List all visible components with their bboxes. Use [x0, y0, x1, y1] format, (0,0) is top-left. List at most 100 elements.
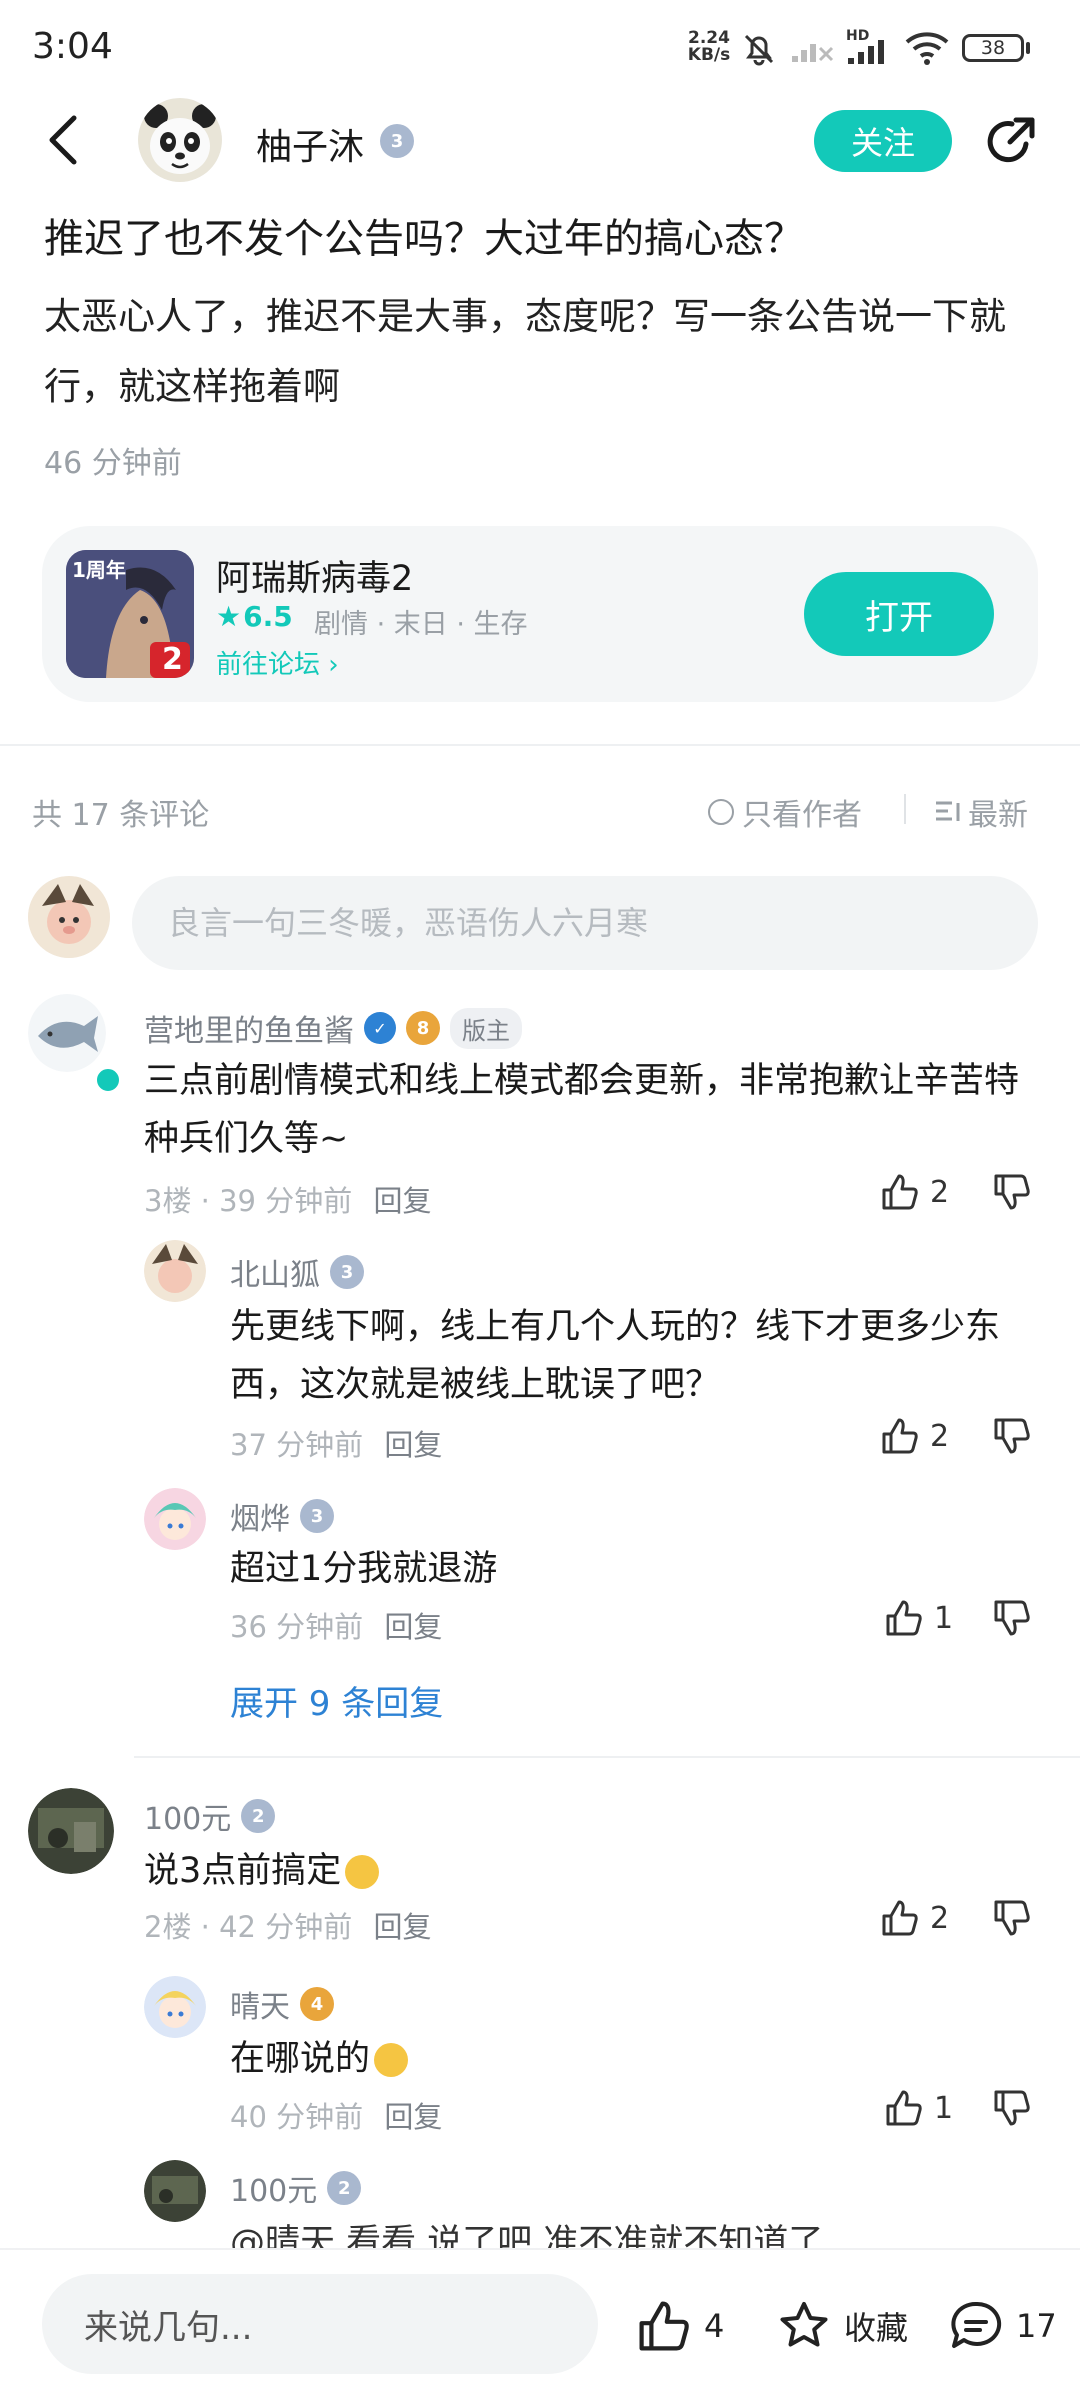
reply-button[interactable]: 回复: [384, 2100, 442, 2134]
sort-toggle[interactable]: 最新: [934, 790, 1028, 834]
author-avatar[interactable]: [138, 98, 222, 182]
reply-text: 在哪说的: [230, 2030, 1030, 2088]
post-time: 46 分钟前: [44, 446, 182, 481]
reply-user-name[interactable]: 晴天: [230, 1982, 290, 2026]
game-score: ★ 6.5: [216, 600, 293, 633]
wifi-icon: [904, 30, 950, 66]
reply-header: 烟烨 3: [230, 1494, 334, 1538]
comment-header: 100元 2: [144, 1794, 276, 1838]
verified-badge: [94, 1066, 122, 1094]
reply-button[interactable]: 回复: [373, 1910, 431, 1944]
comment-separator: [134, 1756, 1080, 1758]
signal-icon: [846, 40, 890, 66]
level-badge: 3: [300, 1499, 334, 1533]
thumbs-up-icon[interactable]: [636, 2298, 692, 2354]
level-badge: 4: [300, 1987, 334, 2021]
comment-text: 说3点前搞定: [144, 1842, 1044, 1900]
level-badge: 3: [330, 1255, 364, 1289]
like-button[interactable]: 1: [884, 1598, 953, 1638]
reply-avatar[interactable]: [144, 1976, 206, 2038]
thumbs-up-icon[interactable]: [880, 1172, 920, 1212]
like-button[interactable]: 1: [884, 2088, 953, 2128]
reply-button[interactable]: 回复: [373, 1184, 431, 1218]
comments-button[interactable]: 17: [948, 2298, 1057, 2354]
game-name[interactable]: 阿瑞斯病毒2: [216, 550, 413, 601]
level-badge: 2: [241, 1799, 276, 1833]
commenter-name[interactable]: 营地里的鱼鱼酱: [144, 1006, 354, 1050]
status-bar: 3:04 2.24 KB/s HD 38: [0, 0, 1080, 96]
thumbs-down-icon[interactable]: [992, 1416, 1032, 1456]
reply-header: 晴天 4: [230, 1982, 334, 2026]
star-outline-icon[interactable]: [776, 2298, 832, 2354]
reply-avatar[interactable]: [144, 2160, 206, 2222]
share-icon[interactable]: [982, 114, 1038, 170]
reply-button[interactable]: 回复: [384, 1610, 442, 1644]
comment-count: 共 17 条评论: [32, 798, 210, 833]
battery-indicator: 38: [962, 34, 1024, 62]
reply-input[interactable]: 来说几句...: [42, 2274, 598, 2374]
thumbs-up-icon[interactable]: [880, 1416, 920, 1456]
follow-button[interactable]: 关注: [814, 110, 952, 172]
thumbs-down-icon[interactable]: [992, 1898, 1032, 1938]
reply-user-name[interactable]: 100元: [230, 2166, 317, 2210]
radio-icon[interactable]: [708, 799, 734, 825]
reply-avatar[interactable]: [144, 1488, 206, 1550]
post-title: 推迟了也不发个公告吗？大过年的搞心态？: [44, 216, 804, 262]
reply-meta: 37 分钟前 回复: [230, 1428, 443, 1462]
author-level-badge: 3: [380, 124, 414, 158]
like-post-button[interactable]: 4: [636, 2298, 724, 2354]
comment-bubble-icon[interactable]: [948, 2298, 1004, 2354]
mute-bell-icon: [740, 30, 778, 68]
like-button[interactable]: 2: [880, 1898, 949, 1938]
reply-header: 北山狐 3: [230, 1250, 364, 1294]
like-button[interactable]: 2: [880, 1416, 949, 1456]
thumbs-up-icon[interactable]: [884, 2088, 924, 2128]
commenter-avatar[interactable]: [28, 994, 106, 1072]
game-icon[interactable]: 1周年 2: [66, 550, 194, 678]
reply-user-name[interactable]: 烟烨: [230, 1494, 290, 1538]
reply-avatar[interactable]: [144, 1240, 206, 1302]
thumbs-down-icon[interactable]: [992, 2088, 1032, 2128]
section-divider: [0, 744, 1080, 746]
thumbs-down-icon[interactable]: [992, 1598, 1032, 1638]
star-icon: ★: [216, 600, 242, 633]
thumbs-up-icon[interactable]: [880, 1898, 920, 1938]
reply-button[interactable]: 回复: [384, 1428, 442, 1462]
surprised-emoji-icon: [345, 1855, 380, 1889]
official-icon: ✓: [364, 1012, 396, 1044]
commenter-name[interactable]: 100元: [144, 1794, 231, 1838]
back-arrow-icon[interactable]: [44, 112, 84, 168]
thinking-emoji-icon: [374, 2043, 409, 2077]
only-author-toggle[interactable]: 只看作者: [708, 790, 862, 834]
level-badge: 8: [406, 1011, 440, 1045]
comment-text: 三点前剧情模式和线上模式都会更新，非常抱歉让辛苦特种兵们久等~: [144, 1061, 1020, 1159]
moderator-badge: 版主: [450, 1007, 522, 1049]
expand-replies-link[interactable]: 展开 9 条回复: [230, 1676, 443, 1725]
like-button[interactable]: 2: [880, 1172, 949, 1212]
reply-meta: 40 分钟前 回复: [230, 2100, 443, 2134]
post-body: 太恶心人了，推迟不是大事，态度呢？写一条公告说一下就行，就这样拖着啊: [44, 295, 1006, 408]
my-avatar: [28, 876, 110, 958]
header-separator: [904, 794, 906, 824]
thumbs-up-icon[interactable]: [884, 1598, 924, 1638]
sort-icon: [934, 799, 962, 825]
reply-meta: 36 分钟前 回复: [230, 1610, 443, 1644]
chevron-right-icon: ›: [320, 650, 339, 680]
game-icon-text: 1周年: [72, 558, 126, 582]
level-badge: 2: [327, 2171, 362, 2205]
reply-text: 先更线下啊，线上有几个人玩的？线下才更多少东西，这次就是被线上耽误了吧？: [230, 1307, 1001, 1405]
favorite-button[interactable]: 收藏: [776, 2298, 908, 2354]
comment-input[interactable]: [132, 876, 1038, 970]
signal-weak-icon: [790, 34, 834, 64]
net-speed: 2.24 KB/s: [687, 28, 731, 65]
commenter-avatar[interactable]: [28, 1788, 114, 1874]
reply-header: 100元 2: [230, 2166, 362, 2210]
comment-meta: 3楼 · 39 分钟前 回复: [144, 1184, 432, 1218]
author-name[interactable]: 柚子沐: [256, 118, 364, 170]
reply-text: 超过1分我就退游: [230, 1549, 498, 1589]
reply-user-name[interactable]: 北山狐: [230, 1250, 320, 1294]
game-icon-number: 2: [162, 642, 183, 677]
open-game-button[interactable]: 打开: [804, 572, 994, 656]
thumbs-down-icon[interactable]: [992, 1172, 1032, 1212]
forum-link[interactable]: 前往论坛 ›: [216, 644, 339, 681]
